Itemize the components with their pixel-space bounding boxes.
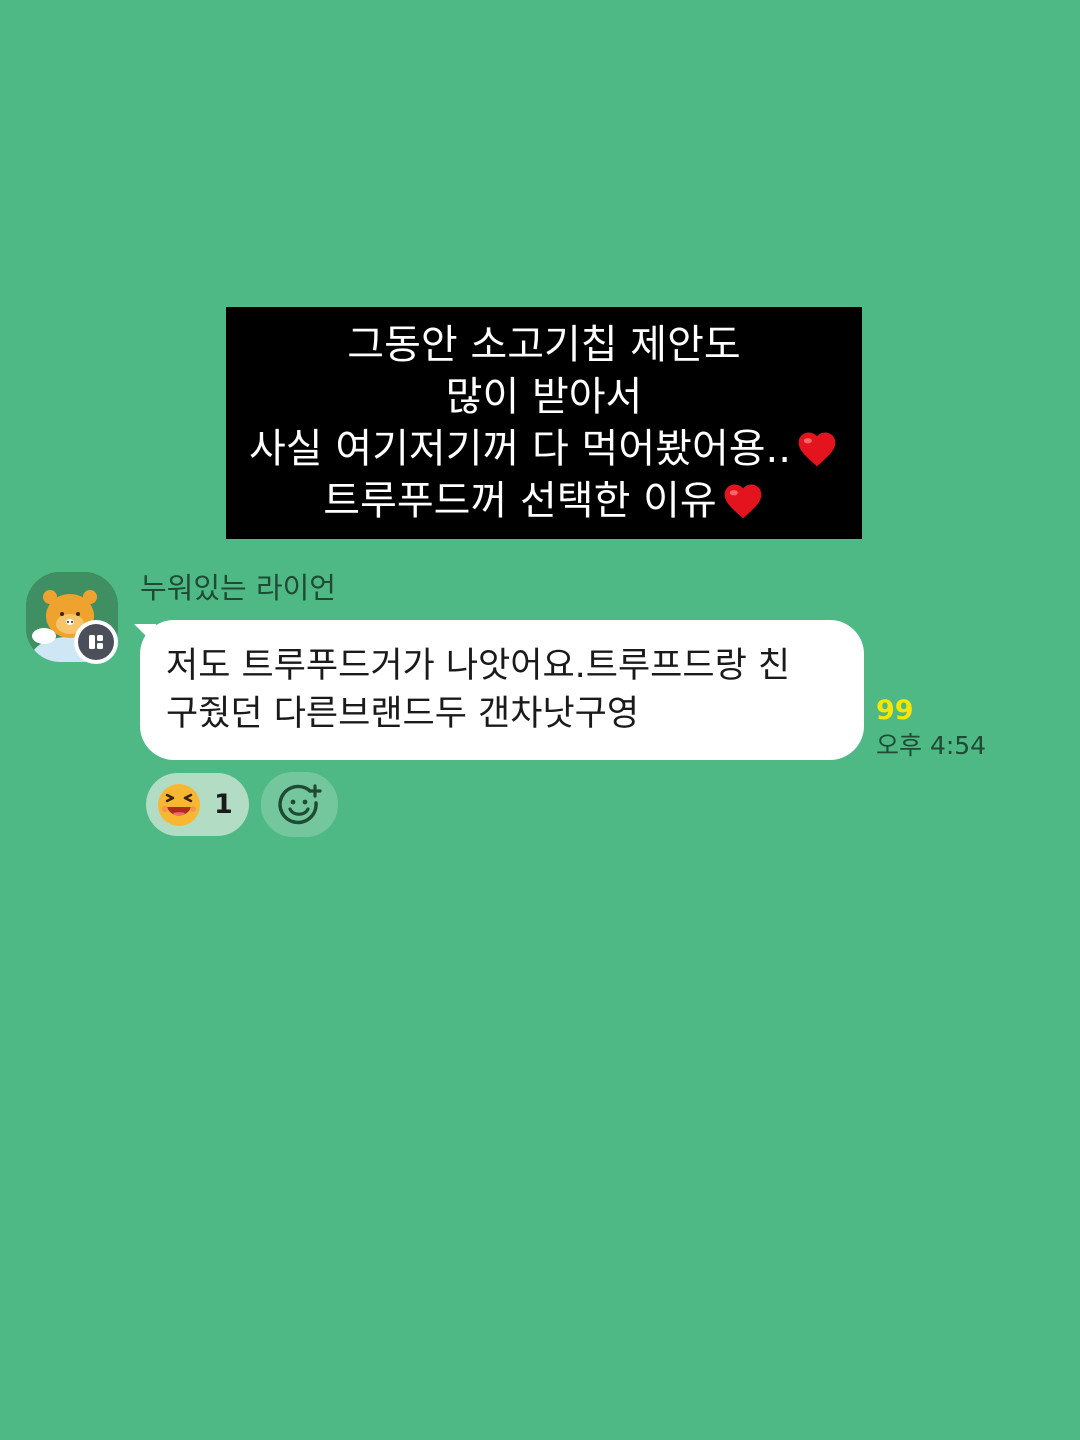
- avatar-badge: [74, 620, 118, 664]
- caption-text-1: 그동안 소고기칩 제안도: [347, 322, 741, 368]
- caption-line-3: 사실 여기저기꺼 다 먹어봤어용..: [249, 423, 839, 475]
- message-line-1: 저도 트루푸드거가 나앗어요.트루프드랑 친: [166, 646, 791, 686]
- unread-count: 99: [876, 695, 914, 726]
- heart-icon: [724, 484, 762, 519]
- sender-name: 누워있는 라이언: [140, 571, 336, 605]
- reaction-pill[interactable]: 1: [146, 773, 249, 836]
- profile-badge-icon: [78, 624, 114, 660]
- laughing-face-icon: [158, 783, 200, 826]
- add-reaction-icon: [277, 783, 322, 824]
- add-reaction-button[interactable]: [261, 772, 338, 837]
- caption-overlay: 그동안 소고기칩 제안도 많이 받아서 사실 여기저기꺼 다 먹어봤어용.. 트…: [226, 307, 862, 539]
- caption-line-4: 트루푸드꺼 선택한 이유: [323, 475, 764, 527]
- caption-text-3: 사실 여기저기꺼 다 먹어봤어용..: [249, 426, 791, 472]
- caption-text-2: 많이 받아서: [445, 374, 643, 420]
- message-bubble[interactable]: 저도 트루푸드거가 나앗어요.트루프드랑 친 구줬던 다른브랜드두 갠차낫구영: [140, 620, 864, 760]
- caption-line-2: 많이 받아서: [446, 371, 643, 423]
- caption-line-1: 그동안 소고기칩 제안도: [347, 319, 740, 371]
- message-time: 오후 4:54: [876, 731, 987, 760]
- caption-text-4: 트루푸드꺼 선택한 이유: [323, 478, 717, 524]
- message-line-2: 구줬던 다른브랜드두 갠차낫구영: [166, 694, 640, 734]
- heart-icon: [798, 432, 836, 467]
- reaction-count: 1: [214, 789, 233, 820]
